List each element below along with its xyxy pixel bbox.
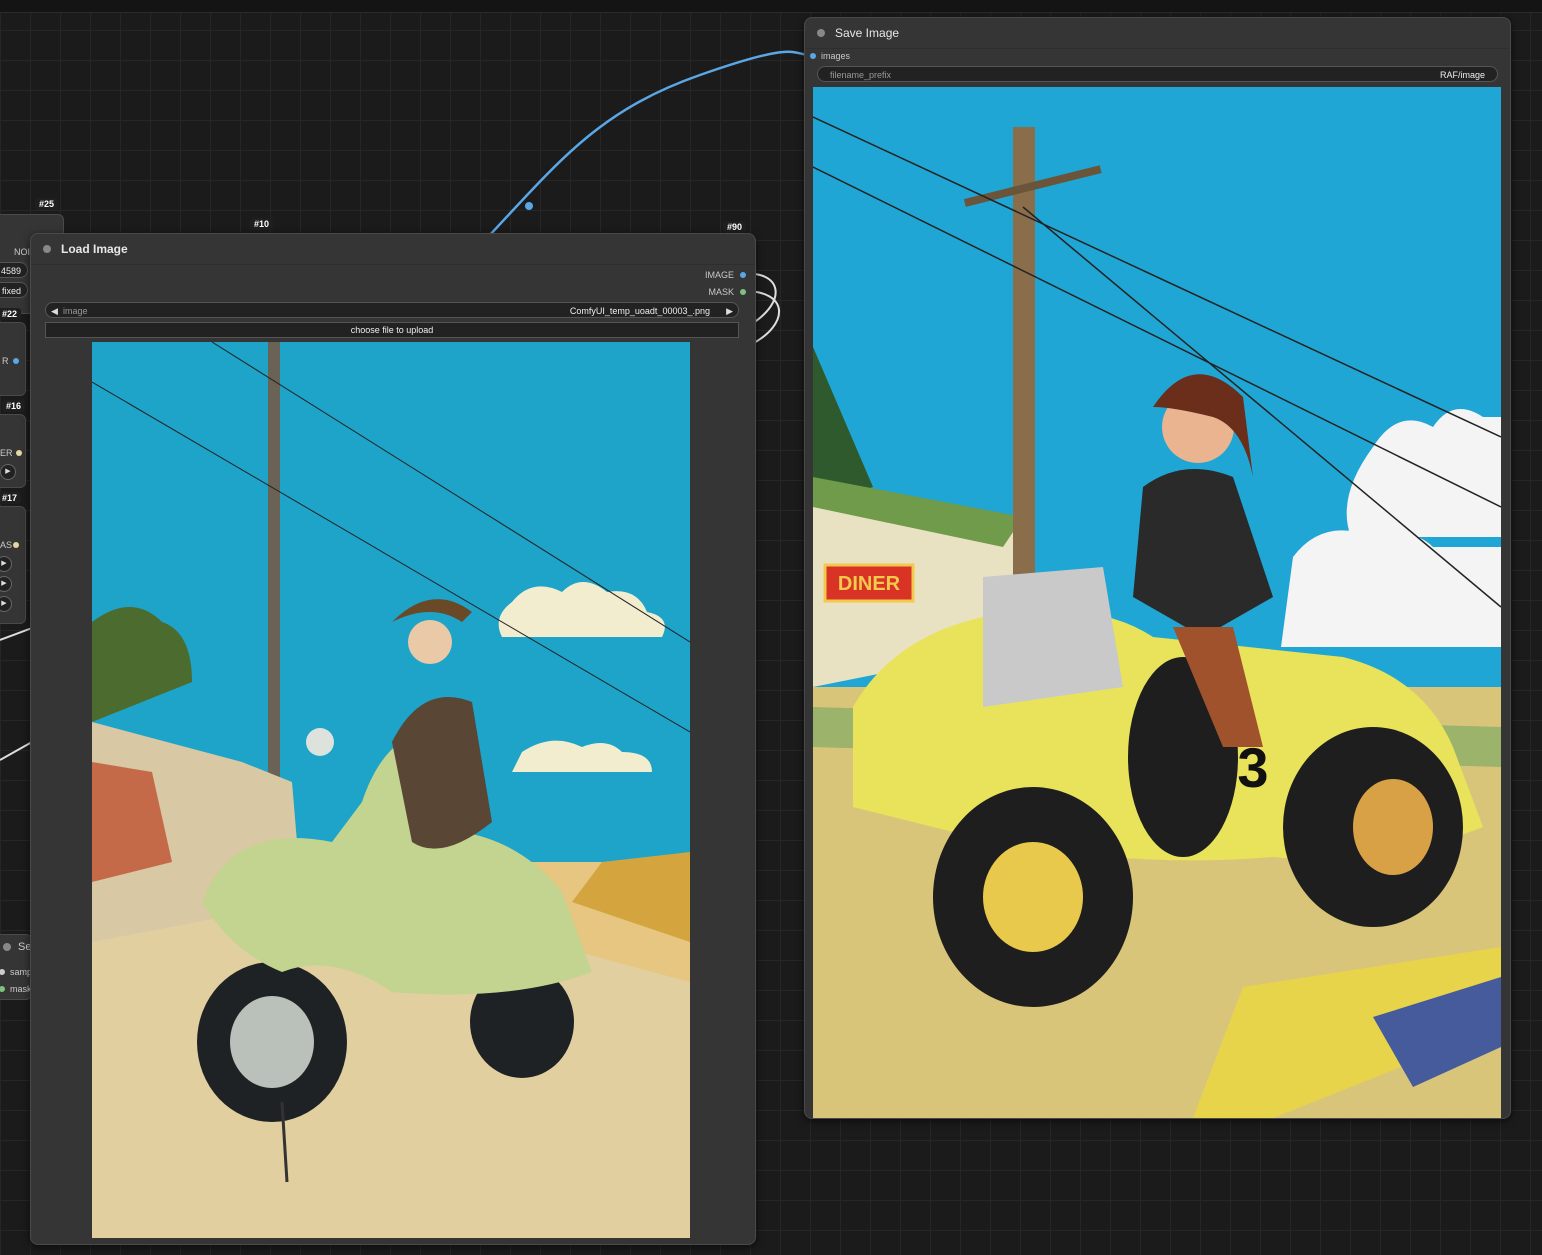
image-widget-label: image <box>63 306 88 316</box>
load-image-titlebar[interactable]: Load Image <box>31 234 755 265</box>
side-link-2 <box>0 741 33 761</box>
save-image-node[interactable]: Save Image images filename_prefix RAF/im… <box>804 17 1511 1119</box>
output-as-label: AS <box>0 540 13 550</box>
image-combo-widget[interactable]: ◀ image ComfyUI_temp_uoadt_00003_.png ▶ <box>45 302 739 318</box>
load-image-title: Load Image <box>61 242 128 256</box>
upload-button[interactable]: choose file to upload <box>45 322 739 338</box>
output-er-dot[interactable] <box>16 450 22 456</box>
collapse-dot[interactable] <box>817 29 825 37</box>
output-image-dot[interactable] <box>740 272 746 278</box>
node-id-17: #17 <box>0 492 22 504</box>
samp-label: samp <box>10 967 33 977</box>
hotrod-illustration: DINER 3 <box>813 87 1501 1118</box>
node-id-90: #90 <box>723 221 747 233</box>
output-er-label: ER <box>0 448 13 458</box>
side-link-1 <box>0 627 33 641</box>
output-image-label: IMAGE <box>704 270 734 280</box>
collapse-dot[interactable] <box>43 245 51 253</box>
output-as-dot[interactable] <box>13 542 19 548</box>
top-bar <box>0 0 1542 13</box>
save-image-titlebar[interactable]: Save Image <box>805 18 1510 49</box>
seed-widget[interactable]: 4589 <box>0 262 28 278</box>
filename-prefix-widget[interactable]: filename_prefix RAF/image <box>817 66 1498 82</box>
node-id-22: #22 <box>0 308 22 320</box>
output-r-dot[interactable] <box>13 358 19 364</box>
combo-left-arrow[interactable]: ◀ <box>51 303 58 319</box>
prefix-label: filename_prefix <box>830 70 892 80</box>
combo-right-arrow[interactable]: ▶ <box>726 303 733 319</box>
prefix-value: RAF/image <box>1439 70 1485 80</box>
se-title-dot <box>3 943 11 951</box>
control-widget[interactable]: fixed <box>0 282 28 298</box>
scooter-illustration <box>92 342 690 1238</box>
save-image-preview: DINER 3 <box>813 87 1501 1118</box>
input-images-dot[interactable] <box>810 53 816 59</box>
node-id-10: #10 <box>250 218 274 230</box>
load-image-node[interactable]: Load Image IMAGE MASK ◀ image ComfyUI_te… <box>30 233 756 1245</box>
play-button-16[interactable]: ▶ <box>0 464 16 480</box>
save-image-title: Save Image <box>835 26 900 40</box>
noise-label: NOI <box>14 247 31 257</box>
diner-sign-text: DINER <box>838 573 901 595</box>
load-image-preview <box>92 342 690 1238</box>
output-mask-dot[interactable] <box>740 289 746 295</box>
output-r-label: R <box>2 356 9 366</box>
link-midpoint[interactable] <box>525 202 533 210</box>
image-link[interactable] <box>487 50 813 238</box>
node-id-16: #16 <box>2 400 26 412</box>
output-mask-label: MASK <box>708 287 734 297</box>
mask-label: mask <box>10 984 32 994</box>
node-id-25: #25 <box>35 198 59 210</box>
image-widget-value: ComfyUI_temp_uoadt_00003_.png <box>569 306 710 316</box>
input-images-label: images <box>821 51 851 61</box>
